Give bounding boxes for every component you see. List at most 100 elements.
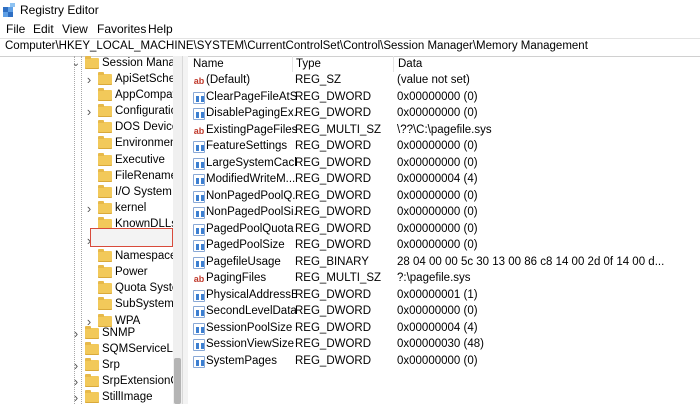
column-divider[interactable] <box>393 56 394 72</box>
value-row[interactable]: SessionPoolSize REG_DWORD 0x00000004 (4) <box>188 321 700 337</box>
tree-item-session-manager[interactable]: ⌄ Session Manag <box>0 56 173 72</box>
menu-view[interactable]: View <box>62 22 88 36</box>
tree-item[interactable]: › Configuratic <box>0 104 173 120</box>
value-row[interactable]: LargeSystemCacheREG_DWORD 0x00000000 (0) <box>188 156 700 172</box>
tree-item[interactable]: Namespace! <box>0 249 173 265</box>
value-row[interactable]: SessionViewSize REG_DWORD 0x00000030 (48) <box>188 337 700 353</box>
value-data: 0x00000000 (0) <box>397 156 478 169</box>
tree-item-label: Quota Syste <box>115 282 173 295</box>
tree-item-label: SQMServiceList <box>102 343 173 356</box>
value-name: DisablePagingEx... <box>206 107 296 119</box>
string-value-icon: ab <box>193 274 205 284</box>
value-data: 0x00000000 (0) <box>397 189 478 202</box>
no-expand-spacer <box>84 187 94 199</box>
window-title: Registry Editor <box>20 3 99 17</box>
folder-icon <box>98 249 112 263</box>
binary-value-icon <box>193 157 205 170</box>
value-row[interactable]: NonPagedPoolQ... REG_DWORD 0x00000000 (0) <box>188 189 700 205</box>
column-header-name[interactable]: Name <box>193 58 224 70</box>
address-bar[interactable]: Computer\HKEY_LOCAL_MACHINE\SYSTEM\Curre… <box>0 38 700 57</box>
tree-item[interactable]: DOS Device <box>0 120 173 136</box>
value-data: \??\C:\pagefile.sys <box>397 123 492 136</box>
tree-item[interactable]: Quota Syste <box>0 281 173 297</box>
value-type: REG_DWORD <box>295 305 372 317</box>
tree-item[interactable]: FileRename( <box>0 168 173 185</box>
expand-arrow-icon[interactable]: › <box>71 391 81 404</box>
binary-value-icon <box>193 339 205 351</box>
value-name: ClearPageFileAtS... <box>206 90 296 103</box>
tree-item[interactable]: › Srp <box>0 358 173 374</box>
value-name: SessionViewSize <box>206 338 295 350</box>
expand-arrow-icon[interactable]: › <box>84 73 94 86</box>
tree-item[interactable]: › StillImage <box>0 390 173 404</box>
tree-item[interactable]: SubSystems <box>0 297 173 313</box>
value-row[interactable]: DisablePagingEx... REG_DWORD 0x00000000 (0… <box>188 106 700 122</box>
tree-item[interactable]: I/O System <box>0 184 173 201</box>
value-type: REG_DWORD <box>295 239 372 251</box>
tree-item-label: Executive <box>115 153 165 166</box>
folder-icon <box>98 184 112 198</box>
tree-scrollbar[interactable] <box>173 56 182 404</box>
value-row[interactable]: PagedPoolQuota REG_DWORD 0x00000000 (0) <box>188 222 700 238</box>
value-data: 0x00000000 (0) <box>397 222 478 235</box>
value-type: REG_DWORD <box>295 338 372 350</box>
value-name: ExistingPageFiles <box>206 123 296 136</box>
folder-icon <box>98 120 112 134</box>
tree-item[interactable]: › ApiSetScher <box>0 72 173 88</box>
collapse-arrow-icon[interactable]: ⌄ <box>71 58 81 70</box>
expand-arrow-icon[interactable]: › <box>71 359 81 372</box>
tree-scrollbar-thumb[interactable] <box>174 358 181 404</box>
value-row[interactable]: FeatureSettings REG_DWORD 0x00000000 (0) <box>188 139 700 155</box>
binary-value-icon <box>193 223 205 236</box>
tree-item[interactable]: › SrpExtensionCc <box>0 374 173 390</box>
tree-item-label: Namespace! <box>115 250 173 263</box>
value-name: ModifiedWriteM... <box>206 173 296 185</box>
folder-icon <box>98 168 112 182</box>
tree-item[interactable]: › SNMP <box>0 326 173 342</box>
value-row[interactable]: NonPagedPoolSi... REG_DWORD 0x00000000 (0) <box>188 205 700 221</box>
tree-item[interactable]: Power <box>0 265 173 281</box>
tree-item[interactable]: Executive <box>0 152 173 169</box>
value-name: PagedPoolSize <box>206 239 285 251</box>
binary-value-icon <box>193 289 205 302</box>
value-row[interactable]: PhysicalAddressE...REG_DWORD 0x00000001 (… <box>188 288 700 304</box>
value-name: (Default) <box>206 74 251 86</box>
value-data: 0x00000000 (0) <box>397 206 478 218</box>
expand-arrow-icon[interactable]: › <box>84 202 94 215</box>
folder-icon <box>98 88 112 102</box>
value-name: LargeSystemCache <box>206 156 296 169</box>
value-row[interactable]: ab PagingFiles REG_MULTI_SZ ?:\pagefile.sys <box>188 271 700 287</box>
expand-arrow-icon[interactable]: › <box>84 105 94 118</box>
value-row[interactable]: PagefileUsage REG_BINARY 28 04 00 00 5c 30… <box>188 255 700 271</box>
menu-edit[interactable]: Edit <box>33 22 54 36</box>
tree-item[interactable]: AppCompat <box>0 88 173 104</box>
value-data: 0x00000000 (0) <box>397 239 478 251</box>
tree-item[interactable]: Environmen <box>0 136 173 152</box>
value-row[interactable]: ab ExistingPageFiles REG_MULTI_SZ \??\C:\pa… <box>188 123 700 139</box>
folder-icon <box>98 136 112 150</box>
value-row[interactable]: ClearPageFileAtS...REG_DWORD 0x00000000 (… <box>188 90 700 106</box>
value-row[interactable]: PagedPoolSize REG_DWORD 0x00000000 (0) <box>188 238 700 254</box>
tree-item-label: Power <box>115 266 148 279</box>
column-divider[interactable] <box>292 56 293 72</box>
menu-favorites[interactable]: Favorites <box>97 22 146 36</box>
expand-arrow-icon[interactable]: › <box>71 375 81 388</box>
tree-item[interactable]: SQMServiceList <box>0 342 173 358</box>
value-row[interactable]: ModifiedWriteM... REG_DWORD 0x00000004 (4) <box>188 172 700 188</box>
value-data: (value not set) <box>397 74 470 86</box>
value-row[interactable]: ab (Default) REG_SZ (value not set) <box>188 73 700 89</box>
no-expand-spacer <box>84 155 94 167</box>
column-header-type[interactable]: Type <box>296 58 321 70</box>
menu-help[interactable]: Help <box>148 22 173 36</box>
value-name: PagefileUsage <box>206 255 281 268</box>
value-row[interactable]: SystemPages REG_DWORD 0x00000000 (0) <box>188 354 700 370</box>
expand-arrow-icon[interactable]: › <box>71 327 81 340</box>
tree-item-label: SNMP <box>102 327 136 339</box>
value-row[interactable]: SecondLevelData...REG_DWORD 0x00000000 (0… <box>188 304 700 320</box>
values-list[interactable]: Name Type Data ab (Default) REG_SZ (value n… <box>188 56 700 404</box>
tree-item[interactable]: › kernel <box>0 200 173 217</box>
column-header-data[interactable]: Data <box>398 58 422 70</box>
menu-file[interactable]: File <box>6 22 25 36</box>
address-path[interactable]: Computer\HKEY_LOCAL_MACHINE\SYSTEM\Curre… <box>5 40 588 52</box>
folder-icon <box>98 297 112 311</box>
